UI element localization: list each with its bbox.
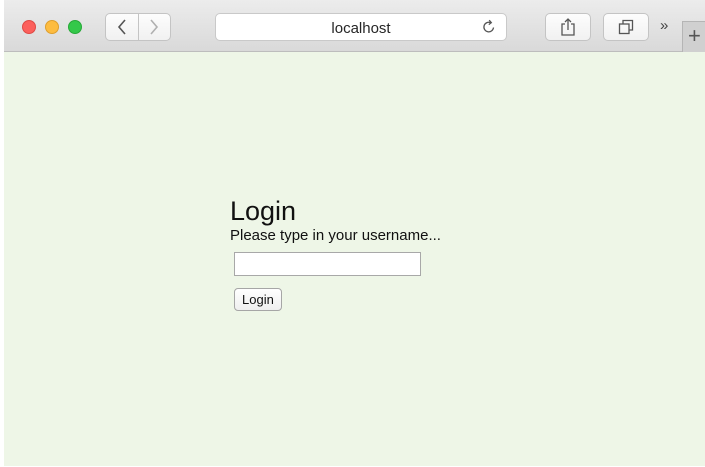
username-input[interactable] [234, 252, 421, 276]
address-bar[interactable]: localhost [215, 13, 507, 41]
chevron-left-icon [117, 19, 126, 35]
new-tab-button[interactable]: + [682, 21, 705, 52]
reload-icon[interactable] [481, 19, 497, 40]
chevron-double-right-icon[interactable]: » [660, 17, 668, 34]
zoom-window-button[interactable] [68, 20, 82, 34]
login-button[interactable]: Login [234, 288, 282, 311]
close-window-button[interactable] [22, 20, 36, 34]
tabs-overview-icon [618, 19, 634, 35]
address-text: localhost [331, 20, 391, 37]
navigation-buttons [105, 13, 171, 41]
share-icon [561, 18, 575, 36]
minimize-window-button[interactable] [45, 20, 59, 34]
username-prompt: Please type in your username... [230, 227, 441, 244]
show-tabs-button[interactable] [603, 13, 649, 41]
page-content: Login Please type in your username... Lo… [4, 52, 705, 466]
share-button[interactable] [545, 13, 591, 41]
back-button[interactable] [106, 14, 138, 40]
browser-toolbar: localhost » + [4, 0, 705, 52]
forward-button[interactable] [137, 14, 171, 40]
chevron-right-icon [150, 19, 159, 35]
login-heading: Login [230, 196, 297, 226]
browser-window: localhost » + Login Please type in your … [4, 0, 705, 467]
plus-icon: + [688, 23, 701, 48]
